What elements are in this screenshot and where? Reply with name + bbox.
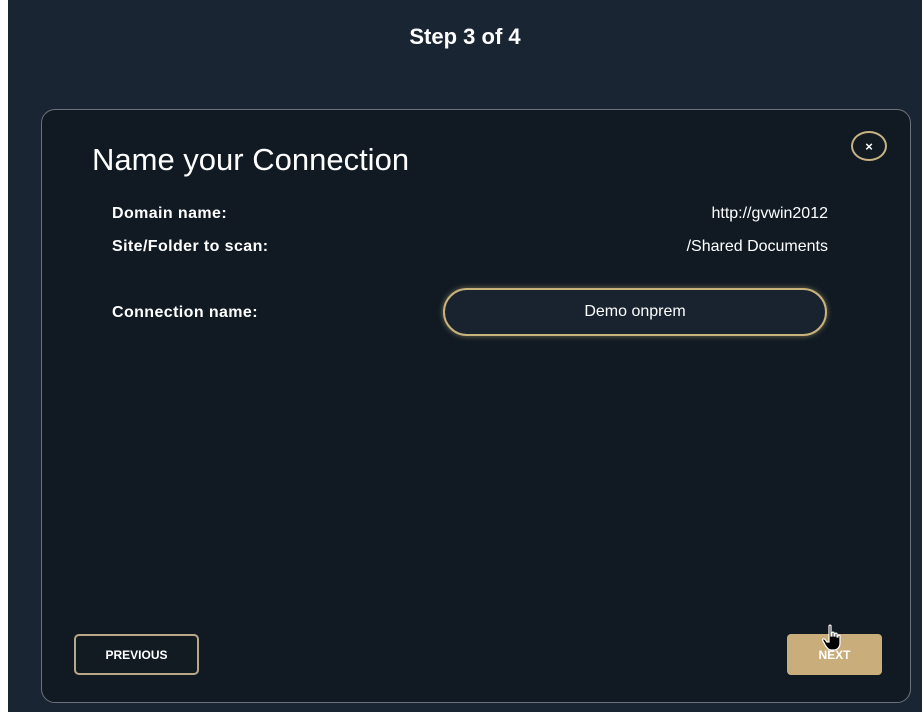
- domain-name-value: http://gvwin2012: [711, 205, 828, 222]
- dialog-title: Name your Connection: [92, 142, 410, 177]
- site-folder-value: /Shared Documents: [686, 238, 828, 255]
- site-folder-label: Site/Folder to scan:: [112, 238, 269, 255]
- connection-name-label: Connection name:: [112, 304, 258, 321]
- connection-name-input[interactable]: [462, 302, 808, 322]
- close-button[interactable]: ×: [851, 131, 887, 161]
- wizard-screen: Step 3 of 4 Name your Connection × Domai…: [8, 0, 922, 712]
- previous-button[interactable]: PREVIOUS: [74, 634, 199, 675]
- connection-name-field[interactable]: [443, 288, 827, 336]
- domain-name-label: Domain name:: [112, 205, 228, 222]
- step-indicator: Step 3 of 4: [409, 24, 521, 49]
- hand-pointer-icon: [822, 624, 841, 651]
- connection-dialog: Name your Connection × Domain name: http…: [41, 109, 911, 703]
- previous-button-label: PREVIOUS: [105, 647, 168, 662]
- close-icon: ×: [865, 138, 873, 154]
